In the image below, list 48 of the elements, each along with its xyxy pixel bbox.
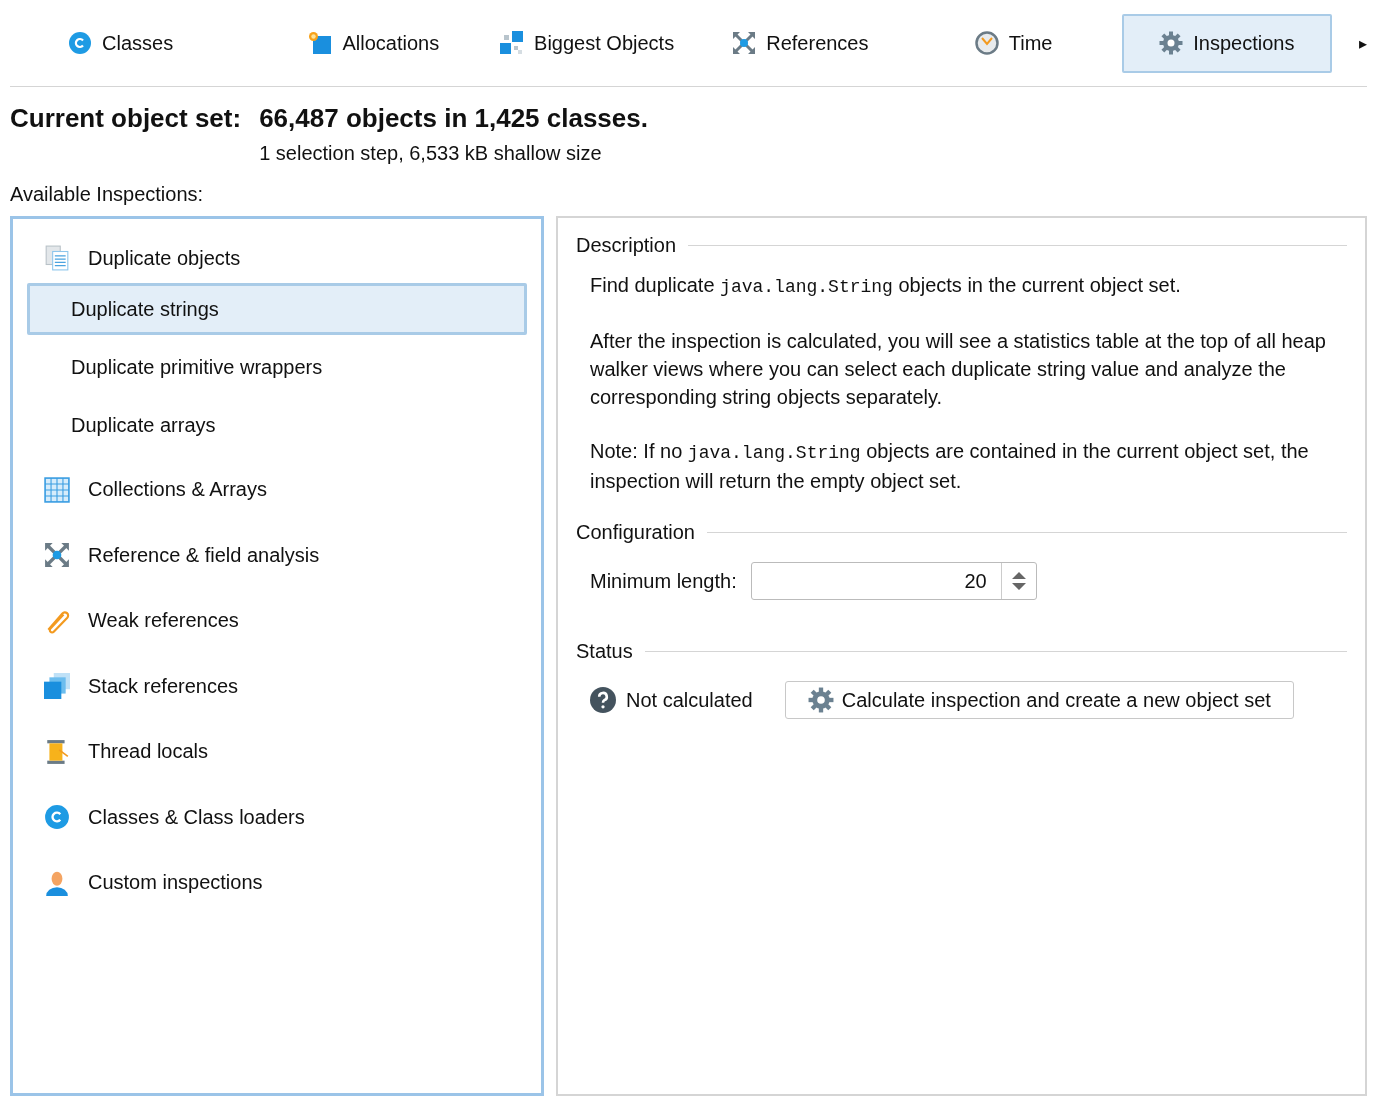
tab[interactable]: Time xyxy=(908,13,1119,73)
blocks-icon xyxy=(500,31,525,55)
documents-icon xyxy=(44,245,70,271)
gear-icon xyxy=(807,687,834,713)
crossed-arrows-icon xyxy=(44,542,70,569)
section-title: Description xyxy=(576,234,677,257)
class-icon xyxy=(44,804,70,831)
description-text: Find duplicate java.lang.String objects in the current object set. xyxy=(590,273,1182,299)
inspection-item[interactable]: Duplicate objects xyxy=(27,233,527,283)
stacked-squares-icon xyxy=(44,673,70,700)
description-text: After the inspection is calculated, you will see a statistics table at the top of all heap walker views where you can select each duplicate string value and analyze the corresponding string objects separately. xyxy=(590,329,1327,410)
status-text: Not calculated xyxy=(626,688,753,712)
inspection-item[interactable]: Reference & field analysis xyxy=(27,522,527,588)
tab[interactable]: References xyxy=(695,13,906,73)
available-inspections-label: Available Inspections: xyxy=(10,183,205,206)
calculate-button[interactable]: Calculate inspection and create a new object set xyxy=(784,681,1294,719)
inspection-item[interactable]: Thread locals xyxy=(27,719,527,785)
minimum-length-spinner[interactable]: 20 xyxy=(750,562,1037,600)
inspection-item[interactable]: Weak references xyxy=(27,588,527,654)
clock-icon xyxy=(974,31,999,55)
inspection-item[interactable]: Custom inspections xyxy=(27,850,527,916)
square-with-sun-icon xyxy=(308,31,333,55)
object-count-summary: 66,487 objects in 1,425 classes. xyxy=(259,103,648,134)
inspection-item[interactable]: Stack references xyxy=(27,653,527,719)
selection-detail: 1 selection step, 6,533 kB shallow size xyxy=(259,142,603,165)
inspection-item[interactable]: Classes & Class loaders xyxy=(27,784,527,850)
section-title: Configuration xyxy=(576,521,695,544)
more-tabs-button[interactable]: ▸ xyxy=(1359,33,1368,53)
tab[interactable]: Classes xyxy=(56,13,225,73)
inspection-item[interactable]: Collections & Arrays xyxy=(27,457,527,523)
spool-icon xyxy=(44,738,70,765)
inspection-item[interactable]: Duplicate arrays xyxy=(27,399,527,451)
spinner-arrows-icon[interactable] xyxy=(1010,570,1027,592)
crossed-arrows-icon xyxy=(732,31,757,55)
current-set-label: Current object set: xyxy=(10,103,242,135)
question-icon xyxy=(590,687,616,713)
table-icon xyxy=(44,476,70,503)
tab[interactable]: Inspections xyxy=(1121,13,1333,73)
gear-icon xyxy=(1159,31,1184,55)
person-icon xyxy=(44,869,70,896)
class-icon xyxy=(68,31,92,55)
inspection-item[interactable]: Duplicate primitive wrappers xyxy=(27,341,527,393)
tab[interactable]: Biggest Objects xyxy=(481,13,693,73)
minimum-length-label: Minimum length: xyxy=(590,569,737,593)
inspection-item[interactable]: Duplicate strings xyxy=(27,283,527,335)
section-title: Status xyxy=(576,640,633,663)
description-text: Note: If no java.lang.String objects are contained in the current object set, the inspection will return the empty object set. xyxy=(590,439,1310,494)
tab[interactable]: Allocations xyxy=(268,13,479,73)
